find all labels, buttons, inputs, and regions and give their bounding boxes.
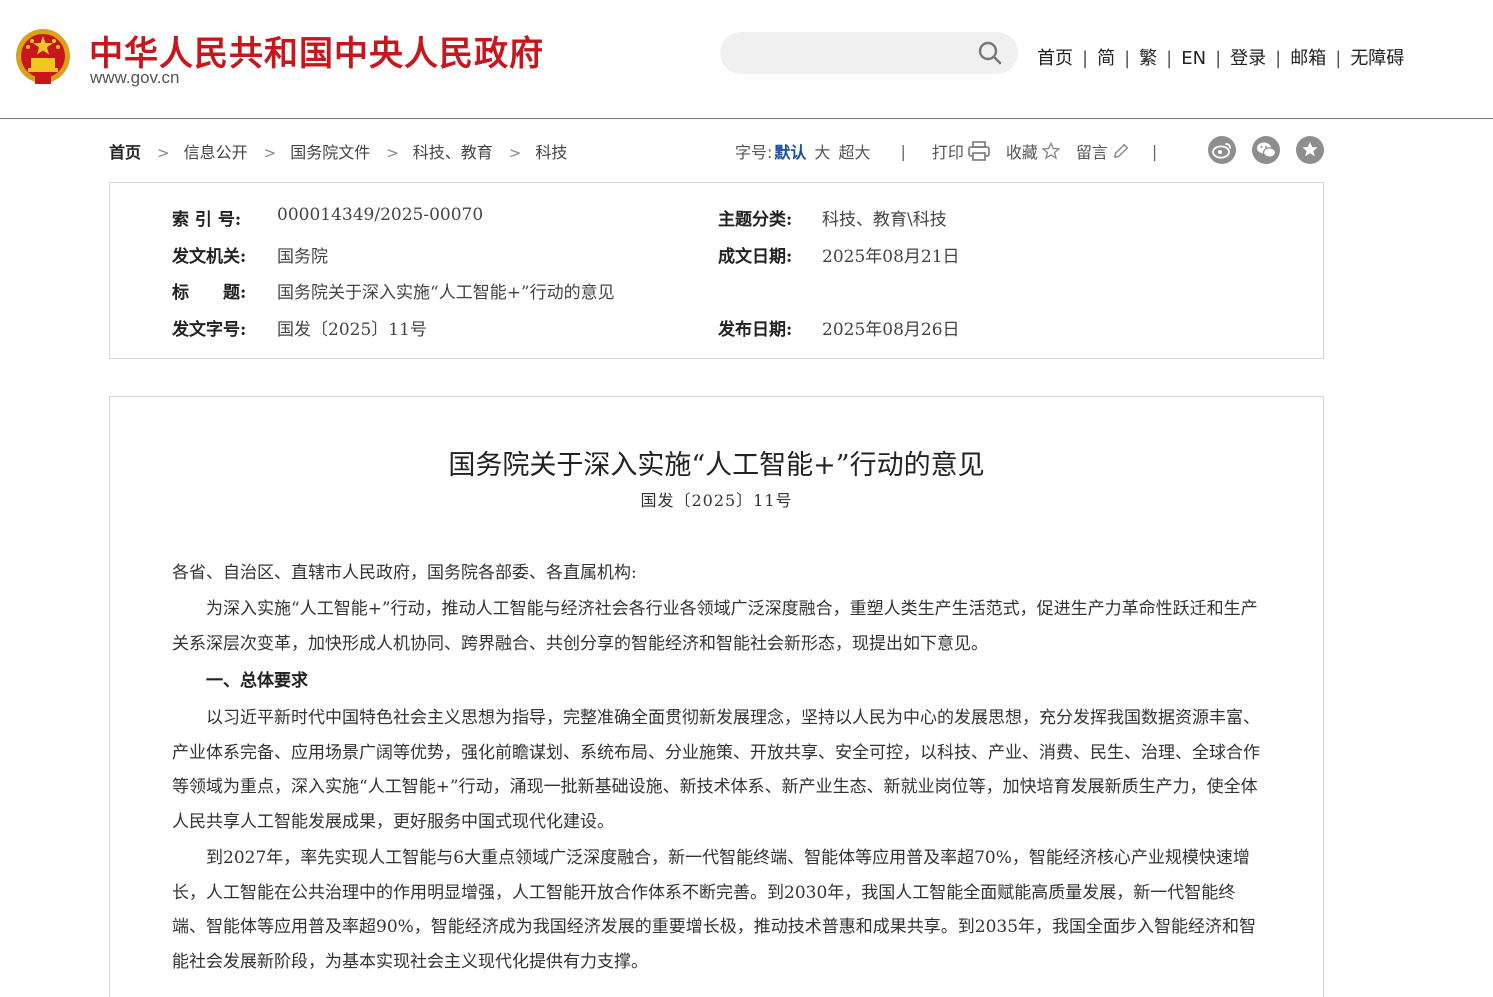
font-size-default-button[interactable]: 默认 [774, 139, 806, 163]
site-url[interactable]: www.gov.cn [90, 68, 179, 88]
breadcrumb-home[interactable]: 首页 [109, 143, 141, 162]
chevron-right-icon: > [386, 144, 399, 162]
toolbar-divider: | [1151, 141, 1158, 161]
nav-simplified[interactable]: 简 [1097, 48, 1115, 69]
article-paragraph: 为深入实施“人工智能+”行动，推动人工智能与经济社会各行业各领域广泛深度融合，重… [172, 599, 1258, 654]
date-written-label: 成文日期: [718, 247, 793, 267]
index-number-label: 索 引 号: [172, 210, 242, 230]
favorite-share-button[interactable] [1296, 136, 1324, 164]
comment-button[interactable]: 留言 [1076, 139, 1130, 163]
toolbar-divider: | [900, 141, 906, 161]
chevron-right-icon: > [508, 144, 522, 162]
chevron-right-icon: > [157, 144, 170, 162]
article-title: 国务院关于深入实施“人工智能+”行动的意见 [448, 450, 985, 481]
issuer-label: 发文机关: [172, 247, 247, 267]
breadcrumb: 首页 > 信息公开 > 国务院文件 > 科技、教育 > 科技 [109, 139, 567, 163]
national-emblem-icon[interactable] [14, 26, 72, 88]
breadcrumb-sci-edu[interactable]: 科技、教育 [413, 143, 493, 162]
breadcrumb-info-public[interactable]: 信息公开 [184, 143, 248, 162]
comment-label: 留言 [1075, 143, 1108, 162]
nav-separator: | [1124, 48, 1131, 69]
issuer-value: 国务院 [277, 247, 328, 267]
print-button[interactable]: 打印 [932, 139, 990, 163]
topic-label: 主题分类: [718, 210, 793, 230]
print-label: 打印 [931, 143, 964, 162]
publish-date-label: 发布日期: [718, 320, 793, 340]
favorite-label: 收藏 [1005, 143, 1038, 162]
nav-english[interactable]: EN [1181, 48, 1206, 69]
section-heading: 一、总体要求 [206, 671, 308, 691]
nav-login[interactable]: 登录 [1230, 48, 1266, 69]
nav-home[interactable]: 首页 [1037, 48, 1073, 69]
title-label: 标 题: [172, 283, 247, 303]
page-toolbar: 字号: 默认 大 超大 | 打印 收藏 留言 | [735, 139, 1157, 163]
document-number-value: 国发〔2025〕11号 [277, 320, 427, 340]
top-nav: 首页 | 简 | 繁 | EN | 登录 | 邮箱 | 无障碍 [1037, 44, 1404, 70]
star-icon [1041, 142, 1060, 160]
article-document-number: 国发〔2025〕11号 [640, 491, 793, 510]
document-info-panel: 索 引 号: 000014349/2025-00070 主题分类: 科技、教育\… [109, 182, 1324, 359]
breadcrumb-state-council-docs[interactable]: 国务院文件 [290, 143, 370, 162]
nav-separator: | [1335, 48, 1342, 69]
nav-separator: | [1275, 48, 1282, 69]
article-addressee: 各省、自治区、直辖市人民政府，国务院各部委、各直属机构: [172, 563, 637, 583]
title-value: 国务院关于深入实施“人工智能+”行动的意见 [277, 283, 615, 303]
search-input[interactable] [720, 32, 1018, 74]
favorite-button[interactable]: 收藏 [1006, 139, 1060, 163]
nav-accessibility[interactable]: 无障碍 [1350, 48, 1404, 69]
search-icon[interactable] [978, 41, 1002, 65]
nav-mail[interactable]: 邮箱 [1290, 48, 1326, 69]
weibo-icon [1212, 143, 1231, 159]
pencil-icon [1113, 143, 1128, 159]
printer-icon [968, 141, 990, 161]
article-paragraph: 到2027年，率先实现人工智能与6大重点领域广泛深度融合，新一代智能终端、智能体… [172, 848, 1257, 972]
article-paragraph: 以习近平新时代中国特色社会主义思想为指导，完整准确全面贯彻新发展理念，坚持以人民… [172, 708, 1260, 832]
topic-value: 科技、教育\科技 [822, 210, 947, 230]
nav-traditional[interactable]: 繁 [1139, 48, 1157, 69]
font-size-label: 字号: [735, 143, 773, 162]
index-number-value: 000014349/2025-00070 [277, 205, 484, 225]
wechat-icon [1257, 142, 1277, 158]
site-header: 中华人民共和国中央人民政府 www.gov.cn 首页 | 简 | 繁 | EN | 登录 | 邮箱… [0, 0, 1493, 119]
font-size-xlarge-button[interactable]: 超大 [838, 139, 870, 163]
chevron-right-icon: > [263, 144, 277, 162]
font-size-large-button[interactable]: 大 [814, 139, 830, 163]
nav-separator: | [1215, 48, 1222, 69]
nav-separator: | [1166, 48, 1173, 69]
weibo-share-button[interactable] [1208, 136, 1236, 164]
publish-date-value: 2025年08月26日 [822, 320, 960, 340]
nav-separator: | [1082, 48, 1089, 69]
date-written-value: 2025年08月21日 [822, 247, 960, 267]
document-number-label: 发文字号: [172, 320, 247, 340]
breadcrumb-tech[interactable]: 科技 [535, 143, 567, 162]
wechat-share-button[interactable] [1252, 136, 1280, 164]
article-body: 国务院关于深入实施“人工智能+”行动的意见 国发〔2025〕11号 各省、自治区… [109, 396, 1324, 997]
star-circle-icon [1302, 142, 1318, 157]
